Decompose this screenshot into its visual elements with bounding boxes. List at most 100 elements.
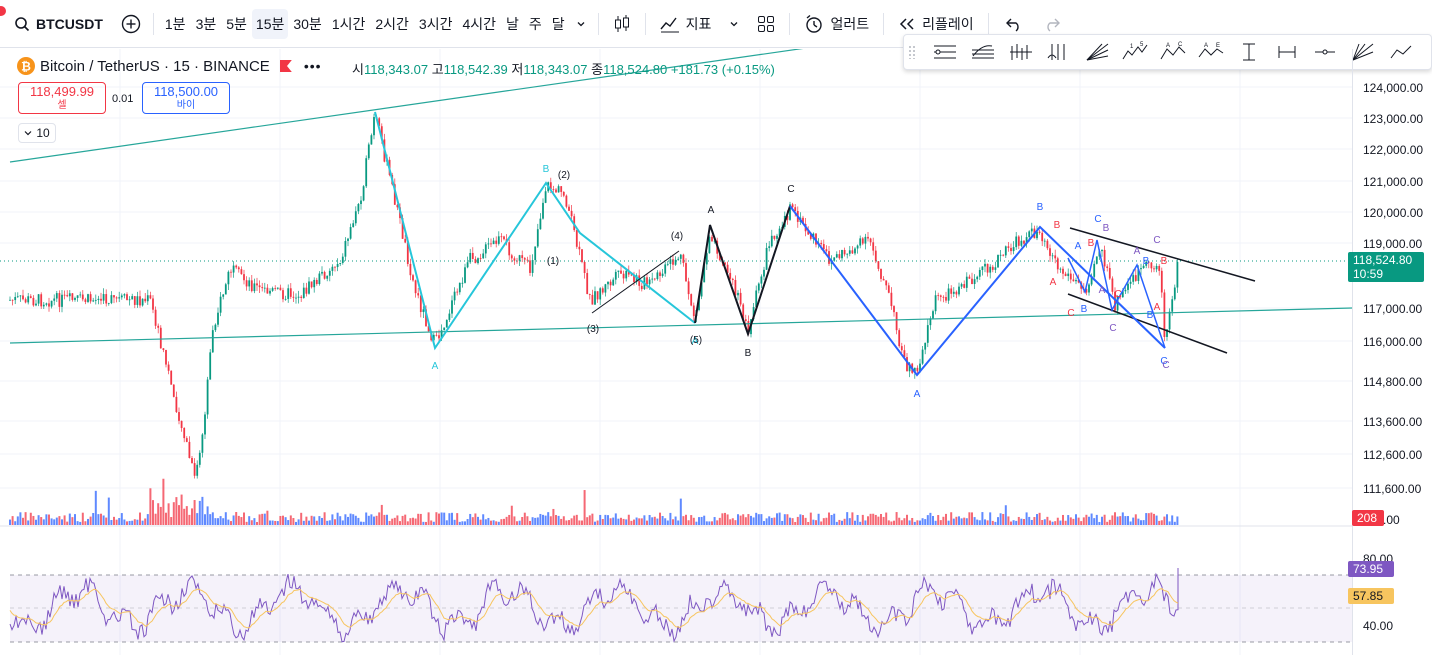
price-range-tool[interactable]: [1268, 37, 1306, 67]
candle-body: [679, 254, 682, 259]
interval-30m[interactable]: 30분: [288, 9, 326, 39]
volume-bar: [607, 515, 609, 525]
volume-bar: [794, 521, 797, 525]
candle-body: [1153, 268, 1155, 270]
interval-3h[interactable]: 3시간: [414, 9, 458, 39]
sell-button[interactable]: 118,499.99 셀: [18, 82, 106, 114]
fib-channel-tool[interactable]: [964, 37, 1002, 67]
interval-4h[interactable]: 4시간: [457, 9, 501, 39]
wave-label: A: [708, 205, 715, 216]
symbol-title[interactable]: Bitcoin / TetherUS · 15 · BINANCE: [40, 58, 270, 75]
flag-icon[interactable]: [279, 60, 292, 72]
indicators-button[interactable]: 지표: [652, 9, 720, 39]
volume-bar: [334, 519, 336, 525]
interval-5m[interactable]: 5분: [221, 9, 252, 39]
fan-tool[interactable]: [1078, 37, 1116, 67]
wave-4-5-line[interactable]: [591, 250, 680, 314]
candle-body: [89, 294, 92, 302]
candle-body: [765, 247, 768, 270]
interval-1h[interactable]: 1시간: [327, 9, 371, 39]
more-options-icon[interactable]: •••: [304, 58, 322, 74]
volume-bar: [661, 516, 664, 525]
horizontal-ray-tool[interactable]: [1306, 37, 1344, 67]
elliott-correction-tool[interactable]: AC: [1154, 37, 1192, 67]
interval-week[interactable]: 주: [524, 9, 547, 39]
volume-bar: [1067, 515, 1070, 525]
candle-body: [539, 218, 542, 230]
candle-body: [162, 348, 165, 351]
volume-bar: [464, 521, 466, 525]
candle-body: [989, 266, 992, 273]
volume-bar: [1033, 517, 1036, 525]
interval-15m[interactable]: 15분: [251, 8, 289, 39]
candle-body: [354, 211, 357, 224]
candle-body: [45, 303, 48, 305]
candle-body: [672, 259, 674, 265]
candle-body: [232, 265, 235, 273]
symbol-search[interactable]: BTCUSDT: [0, 9, 109, 39]
compare-button[interactable]: [115, 9, 147, 39]
indicators-toggle[interactable]: 10: [18, 123, 56, 143]
cycle-tool[interactable]: [1040, 37, 1078, 67]
volume-bar: [120, 513, 123, 525]
candle-body: [287, 288, 290, 299]
price-label: 114,800.00: [1363, 375, 1423, 389]
elliott-triangle-tool[interactable]: AE: [1192, 37, 1230, 67]
interval-month[interactable]: 달: [547, 9, 570, 39]
volume-bar: [750, 515, 752, 525]
candle-body: [334, 266, 336, 268]
elliott-impulse-tool[interactable]: 15: [1116, 37, 1154, 67]
interval-dropdown[interactable]: [570, 9, 592, 39]
interval-2h[interactable]: 2시간: [370, 9, 414, 39]
volume-bar: [204, 514, 206, 525]
volume-bar: [1171, 515, 1174, 525]
candle-body: [500, 236, 503, 238]
interval-1m[interactable]: 1분: [160, 9, 191, 39]
volume-bar: [352, 514, 355, 525]
volume-bar: [139, 512, 141, 525]
interval-day[interactable]: 날: [501, 9, 524, 39]
alert-button[interactable]: 얼러트: [796, 9, 877, 39]
buy-button[interactable]: 118,500.00 바이: [142, 82, 230, 114]
volume-bar: [250, 520, 253, 525]
candle-body: [523, 258, 526, 260]
volume-bar: [282, 515, 284, 525]
date-range-tool[interactable]: [1230, 37, 1268, 67]
volume-bar: [807, 521, 810, 525]
candle-body: [97, 298, 100, 300]
volume-bar: [1124, 516, 1127, 525]
cyan-wave[interactable]: [374, 111, 696, 351]
volume-bar: [1046, 516, 1049, 525]
volume-bar: [973, 517, 976, 525]
volume-bar: [61, 519, 63, 525]
candle-body: [963, 284, 966, 288]
candle-body: [66, 295, 69, 297]
candle-body: [1004, 246, 1007, 256]
current-price-tag: 118,524.80 10:59: [1348, 252, 1424, 282]
volume-bar: [206, 506, 209, 525]
volume-bar: [599, 514, 602, 525]
volume-bar: [357, 517, 360, 525]
channel-lower-line[interactable]: [1067, 293, 1228, 354]
candle-body: [204, 414, 206, 435]
chart-type-button[interactable]: [605, 9, 639, 39]
layouts-button[interactable]: [749, 9, 783, 39]
drag-handle-icon[interactable]: [908, 45, 916, 59]
volume-bar: [323, 512, 326, 525]
volume-bar: [588, 515, 591, 525]
chart-canvas[interactable]: A B A (1) (2) (3) (4) (5) A B C A B A B …: [0, 49, 1432, 655]
volume-bar: [581, 520, 583, 525]
bars-pattern-tool[interactable]: [1002, 37, 1040, 67]
volume-bar: [952, 518, 955, 525]
candle-body: [409, 263, 412, 276]
candle-body: [586, 272, 589, 295]
volume-bar: [157, 503, 160, 525]
candle-body: [737, 292, 739, 296]
volume-bar: [11, 516, 14, 525]
wave-label: B: [1147, 310, 1154, 321]
volume-bar: [747, 514, 750, 525]
pitchfork-tool[interactable]: [926, 37, 964, 67]
indicators-dropdown[interactable]: [719, 9, 749, 39]
wave-label: (1): [547, 256, 559, 267]
interval-3m[interactable]: 3분: [191, 9, 222, 39]
